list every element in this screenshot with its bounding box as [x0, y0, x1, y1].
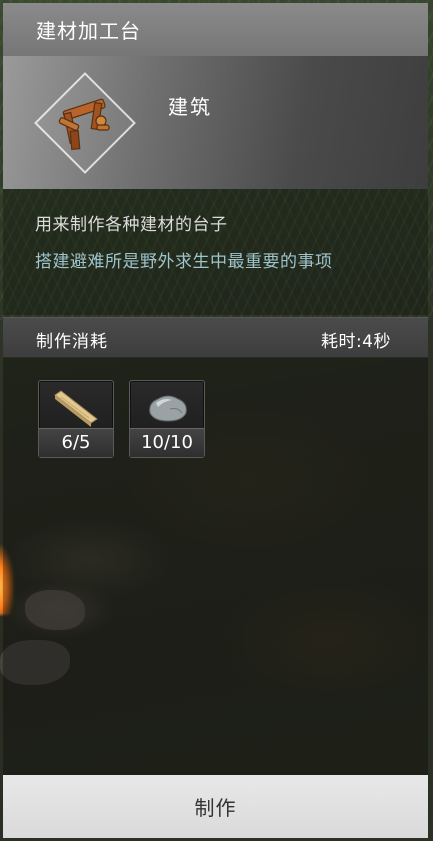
description-panel: 用来制作各种建材的台子 搭建避难所是野外求生中最重要的事项 — [3, 189, 428, 315]
material-slot-wood[interactable]: 6/5 — [38, 380, 114, 458]
cost-header: 制作消耗 耗时:4秒 — [3, 317, 428, 358]
item-name: 建筑 — [168, 95, 212, 119]
item-hint: 搭建避难所是野外求生中最重要的事项 — [35, 252, 333, 272]
panel-title: 建材加工台 — [36, 19, 141, 43]
panel-title-bar: 建材加工台 — [3, 3, 428, 56]
item-icon-frame — [34, 72, 136, 174]
material-count: 6/5 — [39, 428, 113, 457]
material-count: 10/10 — [130, 428, 204, 457]
workbench-icon — [58, 98, 110, 150]
stone-icon — [149, 395, 187, 422]
material-slot-stone[interactable]: 10/10 — [129, 380, 205, 458]
materials-area: 6/5 10/10 — [3, 357, 428, 775]
cost-title: 制作消耗 — [36, 332, 108, 352]
craft-button[interactable]: 制作 — [3, 775, 428, 838]
craft-time: 耗时:4秒 — [320, 332, 391, 352]
item-description: 用来制作各种建材的台子 — [35, 215, 228, 235]
item-info-panel: 建筑 — [3, 56, 428, 189]
wood-plank-icon — [54, 390, 98, 427]
